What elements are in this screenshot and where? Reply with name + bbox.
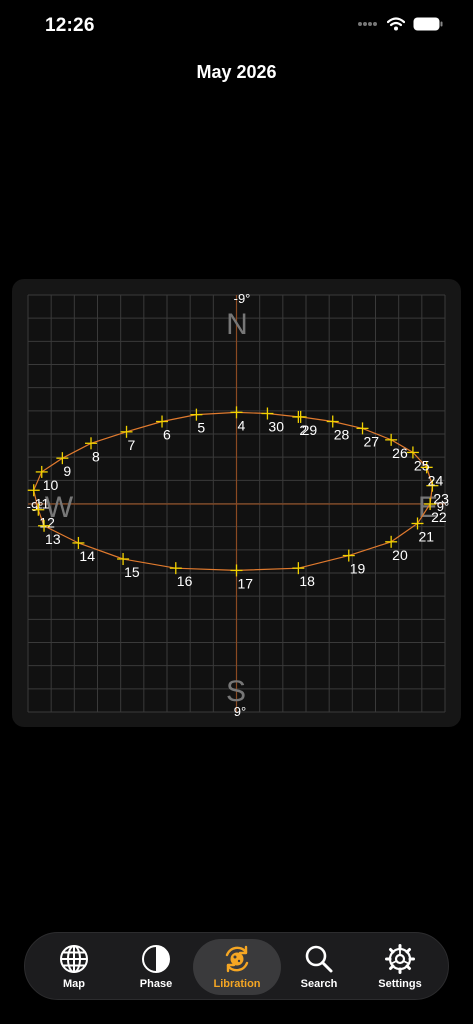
- point-label: 19: [350, 561, 366, 577]
- wifi-icon: [387, 17, 405, 31]
- tick-label-bottom: 9°: [234, 704, 246, 719]
- point-label: 13: [45, 531, 61, 547]
- point-label: 16: [177, 573, 193, 589]
- point-label: 17: [238, 575, 254, 591]
- point-label: 4: [238, 417, 246, 433]
- page-title: May 2026: [196, 62, 277, 82]
- point-label: 25: [414, 457, 430, 473]
- point-label: 12: [39, 515, 55, 531]
- tab-map[interactable]: Map: [30, 939, 118, 995]
- point-label: 10: [43, 477, 59, 493]
- libration-chart-card: N S W E -9° 9° -9° 9° 2 4 5 6 7 8 9 10 11 12 13 14 1…: [12, 279, 461, 727]
- point-label: 7: [128, 437, 136, 453]
- tab-search-label: Search: [300, 978, 338, 990]
- tick-label-top: -9°: [234, 291, 251, 306]
- status-bar: 12:26: [0, 0, 473, 54]
- point-label: 9: [63, 463, 71, 479]
- gear-icon: [385, 944, 415, 974]
- tab-settings-label: Settings: [378, 978, 422, 990]
- tab-libration[interactable]: Libration: [193, 939, 281, 995]
- globe-icon: [60, 945, 88, 973]
- point-label: 8: [92, 448, 100, 464]
- status-icons: [357, 17, 443, 31]
- cellular-signal-icon: [358, 22, 377, 26]
- compass-north: N: [226, 308, 248, 341]
- point-label: 6: [163, 427, 171, 443]
- tab-bar: Map Phase Libration Search Settings: [24, 932, 449, 1000]
- point-label: 23: [433, 491, 449, 507]
- status-time: 12:26: [45, 15, 95, 36]
- point-label: 22: [431, 509, 447, 525]
- point-label: 5: [197, 420, 205, 436]
- point-label: 26: [392, 445, 408, 461]
- point-label: 15: [124, 564, 140, 580]
- tab-phase[interactable]: Phase: [112, 939, 200, 995]
- point-label: 14: [79, 548, 95, 564]
- point-label: 18: [299, 573, 315, 589]
- tab-libration-label: Libration: [213, 978, 261, 990]
- tab-map-label: Map: [63, 978, 85, 990]
- battery-icon: [413, 17, 443, 31]
- tab-phase-label: Phase: [139, 978, 173, 990]
- point-label: 20: [392, 547, 408, 563]
- half-moon-icon: [142, 945, 170, 973]
- point-label: 24: [428, 472, 444, 488]
- point-label: 11: [35, 495, 50, 511]
- tab-settings[interactable]: Settings: [356, 939, 444, 995]
- point-label: 21: [419, 528, 435, 544]
- point-label: 28: [334, 427, 350, 443]
- point-label: 29: [302, 422, 318, 438]
- point-label: 30: [268, 418, 284, 434]
- tab-search[interactable]: Search: [275, 939, 363, 995]
- point-label: 27: [364, 433, 380, 449]
- magnifier-icon: [305, 945, 333, 973]
- libration-icon: [225, 945, 249, 973]
- libration-chart[interactable]: N S W E -9° 9° -9° 9° 245678910111213141…: [12, 279, 461, 727]
